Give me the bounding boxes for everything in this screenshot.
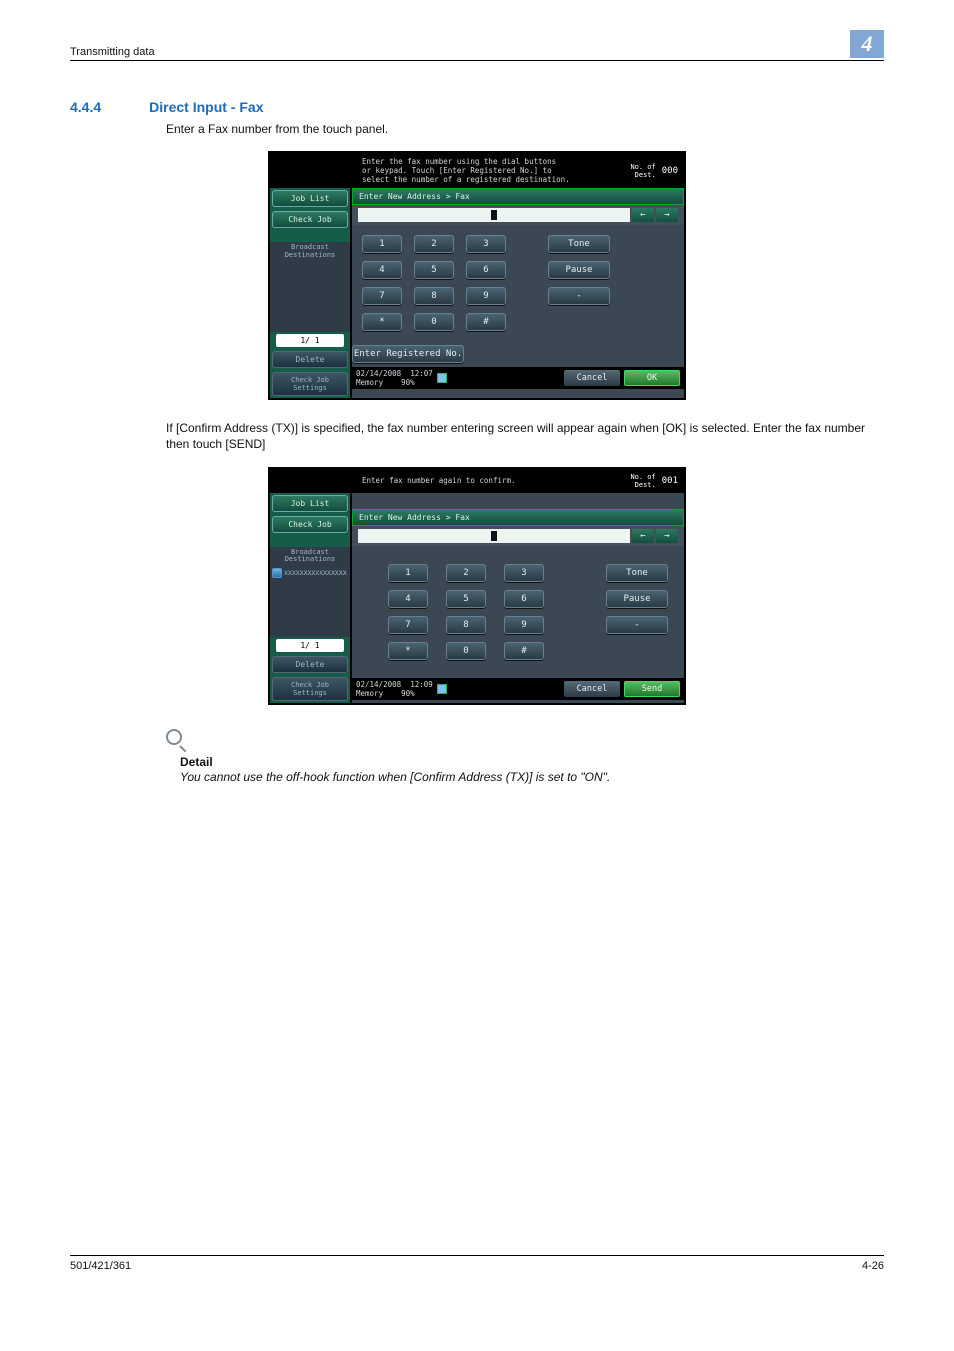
instruction-text: Enter the fax number using the dial butt…	[362, 157, 624, 184]
key-1[interactable]: 1	[388, 564, 428, 582]
delete-button[interactable]: Delete	[272, 351, 348, 368]
magnifier-icon	[166, 729, 188, 751]
chapter-badge: 4	[850, 30, 884, 58]
text-caret	[491, 210, 497, 220]
cursor-left-button[interactable]: ←	[632, 529, 654, 543]
status-icon	[437, 684, 447, 694]
key-8[interactable]: 8	[446, 616, 486, 634]
key-4[interactable]: 4	[388, 590, 428, 608]
instruction-text: Enter fax number again to confirm.	[362, 476, 624, 485]
key-7[interactable]: 7	[362, 287, 402, 305]
enter-registered-no-button[interactable]: Enter Registered No.	[352, 345, 464, 363]
section-heading: 4.4.4 Direct Input - Fax	[70, 99, 884, 115]
job-list-button[interactable]: Job List	[272, 495, 348, 512]
destination-entry[interactable]: XXXXXXXXXXXXXXXX	[270, 566, 350, 580]
key-1[interactable]: 1	[362, 235, 402, 253]
device-screenshot-2: Enter fax number again to confirm. No. o…	[268, 467, 686, 705]
key-pause[interactable]: Pause	[548, 261, 610, 279]
ok-button[interactable]: OK	[624, 370, 680, 386]
key-2[interactable]: 2	[414, 235, 454, 253]
dest-counter: No. of Dest.	[630, 163, 655, 179]
key-5[interactable]: 5	[446, 590, 486, 608]
intro-paragraph: Enter a Fax number from the touch panel.	[166, 121, 884, 137]
job-list-button[interactable]: Job List	[272, 190, 348, 207]
check-job-button[interactable]: Check Job	[272, 516, 348, 533]
key-8[interactable]: 8	[414, 287, 454, 305]
detail-title: Detail	[180, 755, 884, 769]
check-job-button[interactable]: Check Job	[272, 211, 348, 228]
dest-counter: No. of Dest.	[630, 473, 655, 489]
key-0[interactable]: 0	[414, 313, 454, 331]
key-tone[interactable]: Tone	[606, 564, 668, 582]
key-pause[interactable]: Pause	[606, 590, 668, 608]
check-job-settings-button[interactable]: Check Job Settings	[272, 677, 348, 701]
section-number: 4.4.4	[70, 99, 101, 115]
confirm-paragraph: If [Confirm Address (TX)] is specified, …	[166, 420, 884, 452]
key-6[interactable]: 6	[504, 590, 544, 608]
key-star[interactable]: *	[362, 313, 402, 331]
text-caret	[491, 531, 497, 541]
model-label: 501/421/361	[70, 1260, 131, 1272]
key-3[interactable]: 3	[504, 564, 544, 582]
dest-count-value: 001	[662, 476, 678, 486]
status-bar: 02/14/2008 12:09 Memory 90%	[356, 680, 447, 698]
key-dash[interactable]: -	[548, 287, 610, 305]
cancel-button[interactable]: Cancel	[564, 370, 620, 386]
running-head: Transmitting data	[70, 46, 155, 58]
breadcrumb: Enter New Address > Fax	[353, 189, 683, 204]
key-3[interactable]: 3	[466, 235, 506, 253]
key-6[interactable]: 6	[466, 261, 506, 279]
check-job-settings-button[interactable]: Check Job Settings	[272, 372, 348, 396]
detail-body: You cannot use the off-hook function whe…	[180, 770, 884, 784]
key-star[interactable]: *	[388, 642, 428, 660]
detail-note: Detail You cannot use the off-hook funct…	[180, 729, 884, 784]
dest-count-value: 000	[662, 166, 678, 176]
key-hash[interactable]: #	[466, 313, 506, 331]
sidebar: Job List Check Job Broadcast Destination…	[270, 188, 350, 398]
key-hash[interactable]: #	[504, 642, 544, 660]
cursor-right-button[interactable]: →	[656, 208, 678, 222]
key-5[interactable]: 5	[414, 261, 454, 279]
cancel-button[interactable]: Cancel	[564, 681, 620, 697]
status-icon	[437, 373, 447, 383]
fax-number-input[interactable]	[358, 208, 630, 222]
keypad: 1 2 3 Tone 4 5 6 Pause	[352, 546, 684, 678]
status-bar: 02/14/2008 12:07 Memory 90%	[356, 369, 447, 387]
key-4[interactable]: 4	[362, 261, 402, 279]
key-9[interactable]: 9	[504, 616, 544, 634]
page-footer: 501/421/361 4-26	[70, 1255, 884, 1272]
broadcast-label: Broadcast Destinations	[270, 242, 350, 261]
key-9[interactable]: 9	[466, 287, 506, 305]
sidebar: Job List Check Job Broadcast Destination…	[270, 493, 350, 703]
key-dash[interactable]: -	[606, 616, 668, 634]
cursor-right-button[interactable]: →	[656, 529, 678, 543]
page-number: 4-26	[862, 1260, 884, 1272]
page-header: Transmitting data 4	[70, 30, 884, 61]
keypad: 1 2 3 Tone 4 5 6 Pause	[352, 225, 684, 345]
fax-number-input[interactable]	[358, 529, 630, 543]
page-indicator: 1/ 1	[276, 639, 344, 652]
key-0[interactable]: 0	[446, 642, 486, 660]
key-tone[interactable]: Tone	[548, 235, 610, 253]
page-indicator: 1/ 1	[276, 334, 344, 347]
send-button[interactable]: Send	[624, 681, 680, 697]
section-title: Direct Input - Fax	[149, 99, 263, 115]
broadcast-label: Broadcast Destinations	[270, 547, 350, 566]
delete-button[interactable]: Delete	[272, 656, 348, 673]
key-2[interactable]: 2	[446, 564, 486, 582]
cursor-left-button[interactable]: ←	[632, 208, 654, 222]
key-7[interactable]: 7	[388, 616, 428, 634]
breadcrumb: Enter New Address > Fax	[353, 510, 683, 525]
device-screenshot-1: Enter the fax number using the dial butt…	[268, 151, 686, 400]
